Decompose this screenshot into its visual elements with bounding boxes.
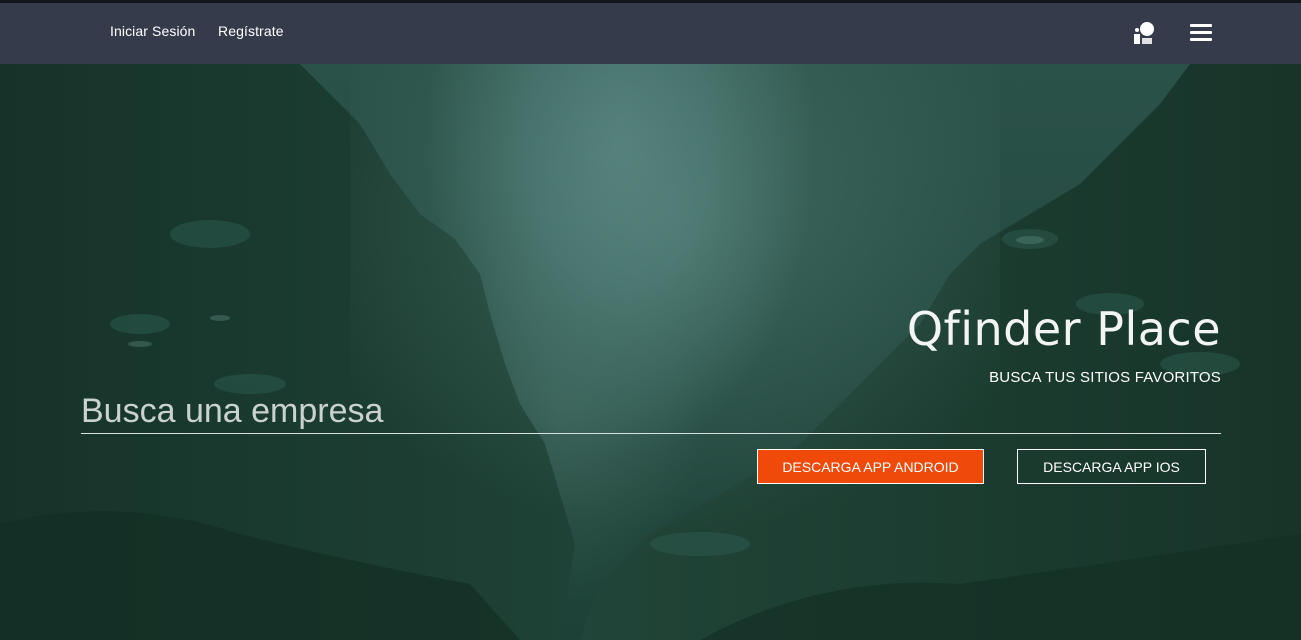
site-title: Qfinder Place — [906, 302, 1221, 356]
user-location-icon[interactable] — [1132, 20, 1158, 46]
hamburger-menu-icon[interactable] — [1190, 24, 1212, 42]
site-subtitle: BUSCA TUS SITIOS FAVORITOS — [989, 369, 1221, 386]
register-link[interactable]: Regístrate — [218, 23, 284, 39]
hero-section: Qfinder Place BUSCA TUS SITIOS FAVORITOS… — [0, 64, 1301, 640]
top-navbar: Iniciar Sesión Regístrate — [0, 3, 1301, 64]
download-ios-button[interactable]: DESCARGA APP IOS — [1017, 449, 1206, 484]
download-android-button[interactable]: DESCARGA APP ANDROID — [757, 449, 984, 484]
company-search-input[interactable] — [81, 390, 1221, 432]
search-field-container — [81, 390, 1221, 434]
login-link[interactable]: Iniciar Sesión — [110, 23, 195, 39]
